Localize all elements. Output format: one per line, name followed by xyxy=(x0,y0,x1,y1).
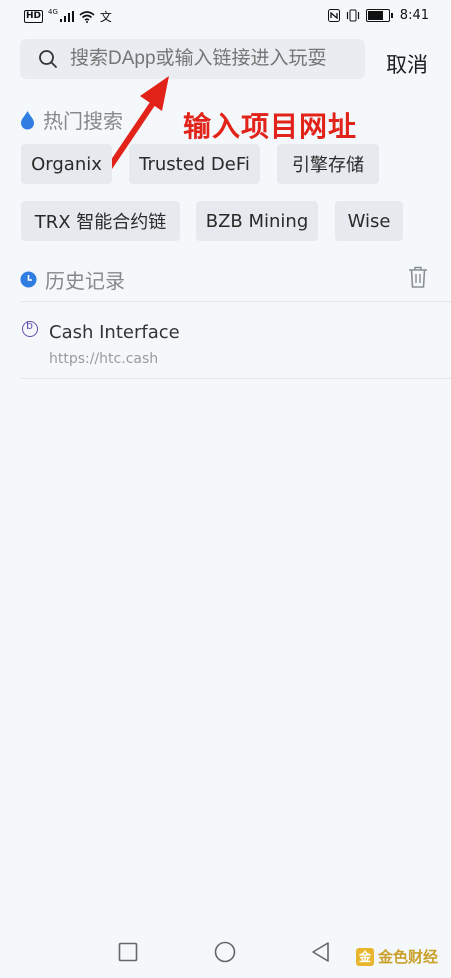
divider xyxy=(20,378,451,379)
hot-search-title: 热门搜索 xyxy=(20,105,123,134)
back-icon[interactable] xyxy=(310,941,332,963)
divider xyxy=(20,301,451,302)
watermark-logo-icon: 金 xyxy=(356,947,374,966)
hot-tag[interactable]: Trusted DeFi xyxy=(129,144,260,184)
hot-tag[interactable]: BZB Mining xyxy=(196,201,318,241)
history-item-name: Cash Interface xyxy=(49,322,180,343)
history-title: 历史记录 xyxy=(20,265,125,294)
recent-apps-icon[interactable] xyxy=(118,942,138,962)
trash-icon[interactable] xyxy=(408,266,428,288)
hot-tag[interactable]: 引擎存储 xyxy=(277,144,379,184)
flame-icon xyxy=(21,110,34,129)
watermark: 金 金色财经 xyxy=(356,946,438,967)
clock-icon xyxy=(20,271,37,288)
hot-tag[interactable]: TRX 智能合约链 xyxy=(21,201,180,241)
hot-tag[interactable]: Wise xyxy=(335,201,403,241)
hot-tag[interactable]: Organix xyxy=(21,144,112,184)
watermark-text: 金色财经 xyxy=(378,948,439,966)
history-item[interactable]: Cash Interface https://htc.cash xyxy=(20,317,440,377)
history-label: 历史记录 xyxy=(45,269,125,293)
history-item-url: https://htc.cash xyxy=(49,351,159,367)
home-icon[interactable] xyxy=(214,941,236,963)
hot-search-label: 热门搜索 xyxy=(43,109,123,133)
site-logo-icon xyxy=(22,319,38,337)
annotation-text: 输入项目网址 xyxy=(183,110,358,143)
